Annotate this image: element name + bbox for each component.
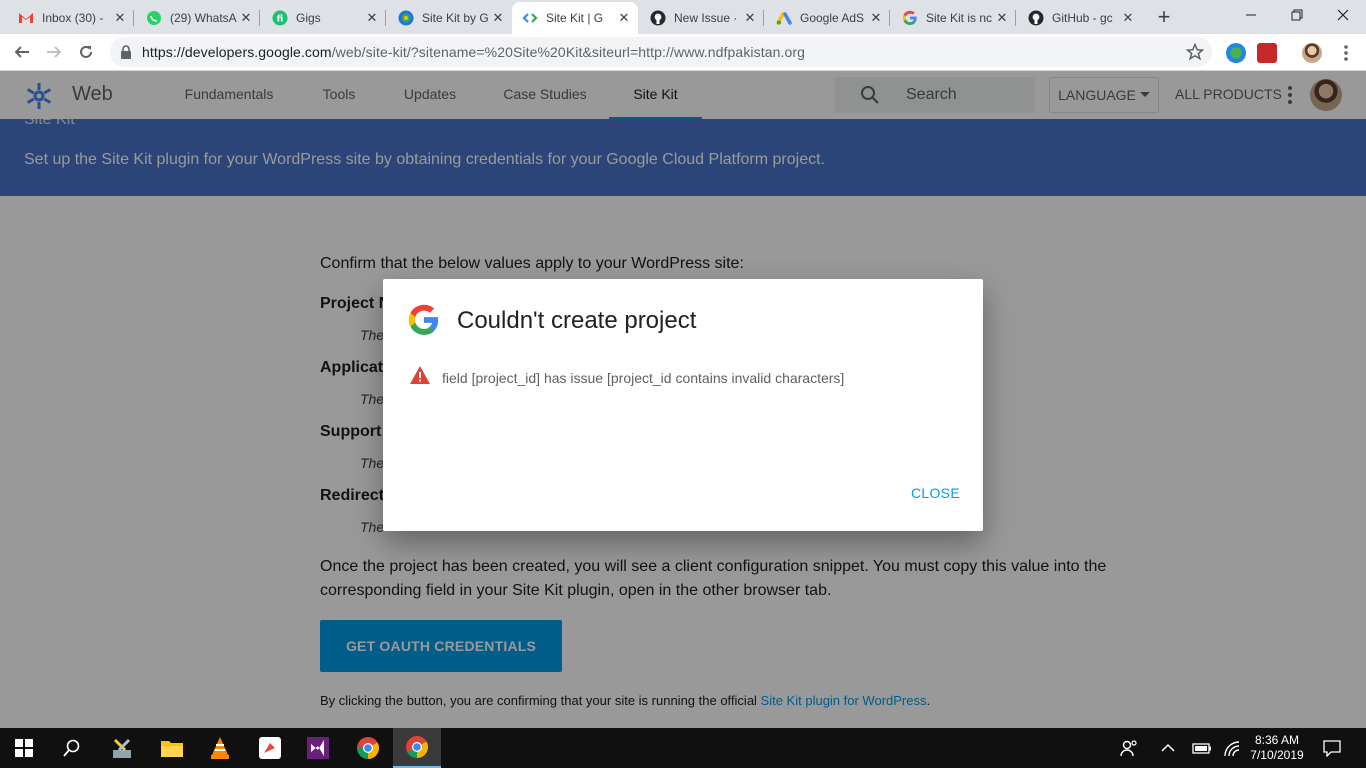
whatsapp-icon	[146, 10, 162, 26]
close-tab-icon[interactable]: ✕	[1120, 10, 1136, 26]
chrome-icon	[406, 736, 428, 758]
tab-title: Google AdS	[800, 11, 865, 25]
minimize-icon	[1246, 14, 1256, 16]
tab-title: (29) WhatsA	[170, 11, 237, 25]
dialog-close-button[interactable]: CLOSE	[911, 485, 960, 501]
dialog-title: Couldn't create project	[457, 307, 697, 334]
tab-title: Inbox (30) -	[42, 11, 104, 25]
tab-title: Gigs	[296, 11, 321, 25]
browser-tab-sitekit-active[interactable]: Site Kit | G ✕	[512, 2, 638, 34]
google-icon	[902, 10, 918, 26]
sitekit-icon	[398, 10, 414, 26]
forward-arrow-icon	[47, 46, 62, 58]
tab-title: New Issue ·	[674, 11, 738, 25]
show-hidden-icons-chevron-up-icon[interactable]	[1158, 738, 1178, 758]
extension-tb-icon[interactable]	[1257, 43, 1277, 63]
folder-icon	[161, 741, 183, 757]
tab-title: Site Kit is nc	[926, 11, 993, 25]
taskbar-chrome-active[interactable]	[393, 728, 441, 768]
restore-button[interactable]	[1274, 0, 1320, 30]
reload-icon	[80, 45, 92, 58]
taskbar-vlc[interactable]	[196, 728, 244, 768]
new-tab-button[interactable]: +	[1150, 4, 1178, 30]
anydesk-icon	[259, 737, 281, 759]
reload-button[interactable]	[72, 38, 100, 66]
windows-logo-icon	[15, 739, 33, 757]
browser-tab-new-issue[interactable]: New Issue · ✕	[640, 2, 764, 34]
clock-date: 7/10/2019	[1250, 748, 1304, 762]
browser-tab-whatsapp[interactable]: (29) WhatsA ✕	[136, 2, 260, 34]
browser-tab-strip: Inbox (30) - ✕ (29) WhatsA ✕ fi Gigs ✕ S…	[0, 0, 1366, 34]
url-path: /web/site-kit/?sitename=%20Site%20Kit&si…	[331, 44, 806, 60]
google-logo-icon	[408, 304, 439, 335]
close-window-button[interactable]	[1320, 0, 1366, 30]
tab-title: GitHub - gc	[1052, 11, 1113, 25]
start-button[interactable]	[0, 728, 48, 768]
error-dialog: Couldn't create project field [project_i…	[383, 279, 983, 531]
action-center-icon[interactable]	[1322, 738, 1342, 758]
close-tab-icon[interactable]: ✕	[616, 10, 632, 26]
close-tab-icon[interactable]: ✕	[238, 10, 254, 26]
taskbar-search-button[interactable]	[48, 728, 96, 768]
github-icon	[650, 10, 666, 26]
browser-tab-google-ads[interactable]: Google AdS ✕	[766, 2, 890, 34]
svg-text:fi: fi	[277, 15, 284, 25]
system-clock[interactable]: 8:36 AM 7/10/2019	[1246, 733, 1308, 763]
browser-tab-gmail[interactable]: Inbox (30) - ✕	[8, 2, 134, 34]
wifi-icon[interactable]	[1222, 738, 1242, 758]
url-host: https://developers.google.com	[142, 44, 332, 60]
close-tab-icon[interactable]: ✕	[112, 10, 128, 26]
gmail-icon	[18, 10, 34, 26]
google-ads-icon	[776, 10, 792, 26]
browser-tab-gigs[interactable]: fi Gigs ✕	[262, 2, 386, 34]
url-text: https://developers.google.com/web/site-k…	[142, 44, 805, 60]
close-icon	[1337, 9, 1349, 21]
taskbar-file-explorer[interactable]	[148, 728, 196, 768]
windows-taskbar: 8:36 AM 7/10/2019	[0, 728, 1366, 768]
bookmark-star-icon[interactable]	[1186, 43, 1204, 61]
warning-icon	[410, 366, 430, 384]
back-arrow-icon	[14, 46, 29, 58]
vlc-icon	[211, 737, 229, 759]
dialog-error-message: field [project_id] has issue [project_id…	[442, 370, 845, 386]
kebab-menu-icon	[1344, 45, 1348, 61]
extension-globe-icon[interactable]	[1226, 43, 1246, 63]
address-bar[interactable]: https://developers.google.com/web/site-k…	[110, 37, 1212, 67]
tab-title: Site Kit | G	[546, 11, 604, 25]
tools-icon	[113, 738, 131, 758]
browser-toolbar: https://developers.google.com/web/site-k…	[0, 34, 1366, 71]
google-dev-icon	[522, 10, 538, 26]
visual-studio-icon	[307, 737, 329, 759]
back-button[interactable]	[8, 38, 36, 66]
profile-avatar[interactable]	[1302, 43, 1322, 63]
restore-icon	[1291, 9, 1303, 21]
close-tab-icon[interactable]: ✕	[742, 10, 758, 26]
close-tab-icon[interactable]: ✕	[868, 10, 884, 26]
clock-time: 8:36 AM	[1254, 733, 1300, 747]
taskbar-chrome[interactable]	[344, 728, 392, 768]
browser-tab-github[interactable]: GitHub - gc ✕	[1018, 2, 1142, 34]
close-tab-icon[interactable]: ✕	[994, 10, 1010, 26]
close-tab-icon[interactable]: ✕	[364, 10, 380, 26]
taskbar-visual-studio[interactable]	[294, 728, 342, 768]
github-icon	[1028, 10, 1044, 26]
fiverr-icon: fi	[272, 10, 288, 26]
battery-icon[interactable]	[1192, 738, 1212, 758]
tab-title: Site Kit by G	[422, 11, 489, 25]
search-icon	[63, 739, 80, 757]
browser-menu-button[interactable]	[1336, 43, 1356, 63]
minimize-button[interactable]	[1228, 0, 1274, 30]
browser-tab-sitekit-issue[interactable]: Site Kit is nc ✕	[892, 2, 1016, 34]
lock-icon	[121, 45, 131, 59]
forward-button[interactable]	[40, 38, 68, 66]
close-tab-icon[interactable]: ✕	[490, 10, 506, 26]
taskbar-tools-app[interactable]	[98, 728, 146, 768]
browser-tab-sitekit-plugin[interactable]: Site Kit by G ✕	[388, 2, 512, 34]
chrome-icon	[357, 737, 379, 759]
taskbar-anydesk[interactable]	[246, 728, 294, 768]
people-icon[interactable]	[1119, 738, 1139, 758]
